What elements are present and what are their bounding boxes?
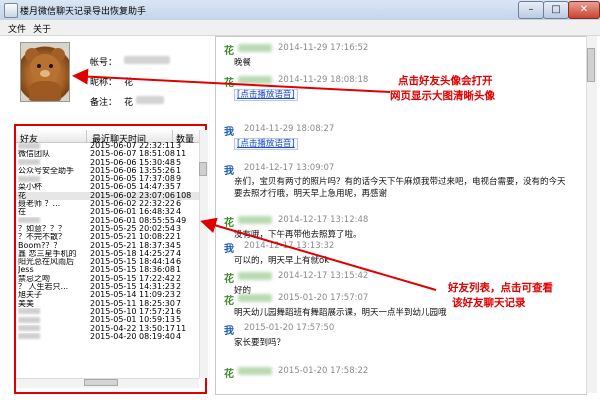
avatar-annotation-line2: 网页显示大图清晰头像 bbox=[390, 90, 495, 102]
annotation-arrows bbox=[72, 68, 437, 291]
avatar-arrow bbox=[72, 68, 391, 93]
friend-list-arrow bbox=[200, 217, 437, 291]
avatar-annotation-line1: 点击好友头像会打开 bbox=[398, 75, 493, 87]
list-annotation-line1: 好友列表，点击可查看 bbox=[448, 282, 553, 294]
list-annotation-line2: 该好友聊天记录 bbox=[452, 297, 526, 309]
